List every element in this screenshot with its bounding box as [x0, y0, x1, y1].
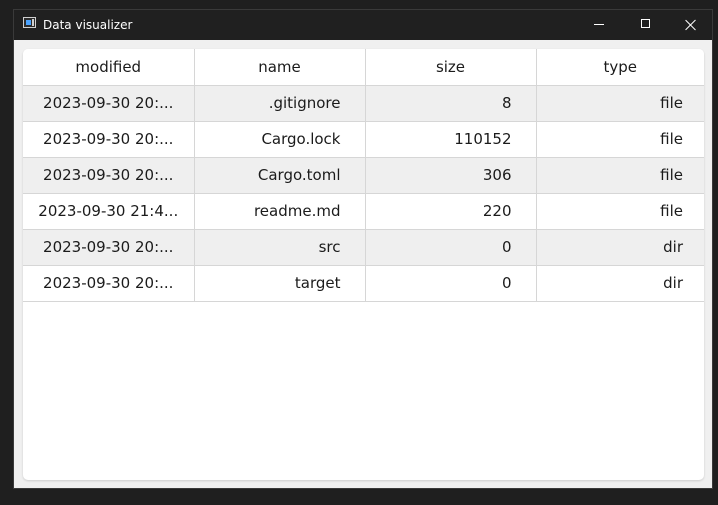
maximize-icon [641, 19, 650, 28]
table-row[interactable]: 2023-09-30 20:... Cargo.toml 306 file [23, 157, 704, 194]
close-button[interactable] [668, 10, 714, 40]
cell-modified: 2023-09-30 20:... [23, 157, 195, 194]
column-header-type[interactable]: type [536, 49, 704, 86]
cell-type: file [536, 157, 704, 194]
minimize-button[interactable] [576, 10, 622, 40]
close-icon [684, 15, 698, 35]
cell-size: 306 [365, 157, 537, 194]
cell-type: dir [536, 265, 704, 302]
column-header-modified[interactable]: modified [23, 49, 195, 86]
table-row[interactable]: 2023-09-30 20:... .gitignore 8 file [23, 85, 704, 122]
cell-name: src [194, 229, 366, 266]
cell-name: Cargo.lock [194, 121, 366, 158]
cell-modified: 2023-09-30 21:4... [23, 193, 195, 230]
cell-type: file [536, 121, 704, 158]
table-row[interactable]: 2023-09-30 20:... src 0 dir [23, 229, 704, 266]
cell-name: Cargo.toml [194, 157, 366, 194]
cell-name: target [194, 265, 366, 302]
cell-modified: 2023-09-30 20:... [23, 265, 195, 302]
column-header-size[interactable]: size [365, 49, 537, 86]
cell-type: dir [536, 229, 704, 266]
cell-type: file [536, 193, 704, 230]
app-window: Data visualizer modified name size type [13, 9, 713, 489]
cell-size: 110152 [365, 121, 537, 158]
window-title: Data visualizer [43, 18, 133, 32]
cell-name: readme.md [194, 193, 366, 230]
cell-name: .gitignore [194, 85, 366, 122]
cell-type: file [536, 85, 704, 122]
data-table-panel: modified name size type 2023-09-30 20:..… [23, 49, 704, 480]
app-icon [23, 17, 36, 28]
table-row[interactable]: 2023-09-30 21:4... readme.md 220 file [23, 193, 704, 230]
cell-size: 8 [365, 85, 537, 122]
cell-modified: 2023-09-30 20:... [23, 85, 195, 122]
table-row[interactable]: 2023-09-30 20:... target 0 dir [23, 265, 704, 302]
cell-size: 0 [365, 229, 537, 266]
cell-modified: 2023-09-30 20:... [23, 121, 195, 158]
minimize-icon [594, 24, 604, 25]
cell-modified: 2023-09-30 20:... [23, 229, 195, 266]
cell-size: 0 [365, 265, 537, 302]
cell-size: 220 [365, 193, 537, 230]
maximize-button[interactable] [622, 10, 668, 40]
table-header-row: modified name size type [23, 49, 704, 86]
data-table: modified name size type 2023-09-30 20:..… [23, 49, 704, 302]
table-row[interactable]: 2023-09-30 20:... Cargo.lock 110152 file [23, 121, 704, 158]
title-bar[interactable]: Data visualizer [14, 10, 712, 40]
column-header-name[interactable]: name [194, 49, 366, 86]
